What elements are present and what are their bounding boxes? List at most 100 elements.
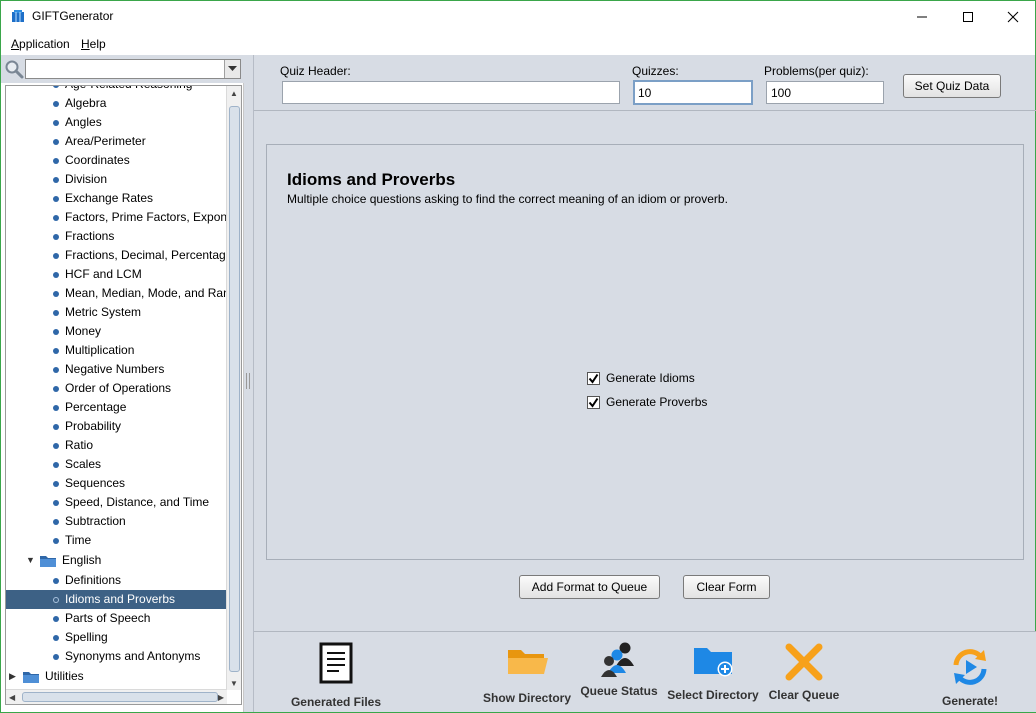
tree-item[interactable]: Multiplication: [6, 341, 226, 360]
tree-item[interactable]: Division: [6, 170, 226, 189]
tree-item-label: Scales: [65, 457, 102, 471]
tree-vertical-scrollbar[interactable]: ▲ ▼: [226, 86, 241, 690]
generate-idioms-label: Generate Idioms: [606, 371, 695, 385]
tree-item[interactable]: Mean, Median, Mode, and Range: [6, 284, 226, 303]
tree-item-label: Metric System: [65, 305, 142, 319]
scroll-down-icon[interactable]: ▼: [230, 679, 238, 688]
tree-leaf-bullet-icon: [53, 291, 59, 297]
tree-item-label: Area/Perimeter: [65, 134, 146, 148]
folder-icon: [23, 672, 39, 683]
generate-proverbs-option[interactable]: Generate Proverbs: [587, 394, 707, 410]
tree-item[interactable]: Money: [6, 322, 226, 341]
problems-input[interactable]: [766, 81, 884, 104]
set-quiz-data-button[interactable]: Set Quiz Data: [903, 74, 1001, 98]
tree-item[interactable]: Area/Perimeter: [6, 132, 226, 151]
tree-leaf-bullet-icon: [53, 253, 59, 259]
tree-item[interactable]: Synonyms and Antonyms: [6, 647, 226, 666]
tree-item-label: Probability: [65, 419, 122, 433]
queue-status-button[interactable]: Queue Status: [577, 640, 661, 698]
maximize-button[interactable]: [945, 1, 991, 32]
tree-item[interactable]: Definitions: [6, 571, 226, 590]
clear-queue-button[interactable]: Clear Queue: [766, 642, 842, 702]
clear-form-button[interactable]: Clear Form: [683, 575, 770, 599]
tree-leaf-bullet-icon: [53, 405, 59, 411]
refresh-play-icon: [953, 649, 987, 685]
checkmark-icon: [588, 373, 599, 384]
tree-item[interactable]: Scales: [6, 455, 226, 474]
tree-folder-utilities[interactable]: ▶ Utilities: [6, 667, 226, 686]
tree-item[interactable]: Subtraction: [6, 512, 226, 531]
tree-item[interactable]: Speed, Distance, and Time: [6, 493, 226, 512]
tree-item[interactable]: Percentage: [6, 398, 226, 417]
tree-item[interactable]: Metric System: [6, 303, 226, 322]
tree-item[interactable]: Idioms and Proverbs: [6, 590, 226, 609]
tree-leaf-bullet-icon: [53, 481, 59, 487]
splitter-grip-icon[interactable]: [246, 373, 250, 389]
tree-item[interactable]: Ratio: [6, 436, 226, 455]
pane-splitter[interactable]: [244, 55, 253, 712]
tree-leaf-bullet-icon: [53, 519, 59, 525]
collapsed-arrow-icon[interactable]: ▶: [9, 667, 16, 686]
tree-item-label: Mean, Median, Mode, and Range: [65, 286, 226, 300]
scroll-right-icon[interactable]: ▶: [218, 693, 224, 702]
tree-item[interactable]: Fractions, Decimal, Percentages: [6, 246, 226, 265]
tree-item[interactable]: Time: [6, 531, 226, 550]
tree-leaf-bullet-icon: [53, 196, 59, 202]
tree-item-label: Multiplication: [65, 343, 135, 357]
expanded-arrow-icon[interactable]: ▼: [26, 551, 35, 570]
generate-button[interactable]: Generate!: [934, 646, 1006, 708]
minimize-icon: [917, 16, 927, 17]
generate-idioms-checkbox[interactable]: [587, 371, 600, 385]
tree-item-label: Angles: [65, 115, 102, 129]
tree-leaf-bullet-icon: [53, 654, 59, 660]
tree-item-label: Age-Related Reasoning: [65, 86, 192, 94]
show-directory-label: Show Directory: [482, 691, 572, 705]
generate-proverbs-checkbox[interactable]: [587, 395, 600, 409]
tree-item[interactable]: Sequences: [6, 474, 226, 493]
tree-item[interactable]: HCF and LCM: [6, 265, 226, 284]
tree-item[interactable]: Probability: [6, 417, 226, 436]
tree-item[interactable]: Order of Operations: [6, 379, 226, 398]
tree-item[interactable]: Age-Related Reasoning: [6, 86, 226, 94]
search-combobox[interactable]: [25, 59, 241, 79]
close-button[interactable]: [990, 1, 1036, 32]
tree-item[interactable]: Exchange Rates: [6, 189, 226, 208]
add-format-to-queue-button[interactable]: Add Format to Queue: [519, 575, 660, 599]
checkmark-icon: [588, 397, 599, 408]
tree-leaf-bullet-icon: [53, 234, 59, 240]
window-title: GIFTGenerator: [32, 9, 114, 23]
select-directory-button[interactable]: Select Directory: [666, 644, 760, 702]
tree-item[interactable]: Fractions: [6, 227, 226, 246]
tree-leaf-bullet-icon: [53, 101, 59, 107]
tree-leaf-bullet-icon: [53, 500, 59, 506]
scroll-left-icon[interactable]: ◀: [9, 693, 15, 702]
tree-item[interactable]: Spelling: [6, 628, 226, 647]
scroll-up-icon[interactable]: ▲: [230, 89, 238, 98]
clear-queue-label: Clear Queue: [768, 688, 840, 702]
tree-item[interactable]: Negative Numbers: [6, 360, 226, 379]
close-icon: [1007, 11, 1019, 22]
vertical-scroll-thumb[interactable]: [229, 106, 240, 672]
quizzes-input[interactable]: [633, 80, 753, 105]
category-tree[interactable]: Age-Related Reasoning Algebra Angles Area/P…: [5, 85, 242, 705]
tree-item-label: Spelling: [65, 630, 108, 644]
tree-item[interactable]: Algebra: [6, 94, 226, 113]
tree-item[interactable]: Coordinates: [6, 151, 226, 170]
search-row: [1, 55, 244, 83]
tree-item[interactable]: Angles: [6, 113, 226, 132]
quiz-header-input[interactable]: [282, 81, 620, 104]
show-directory-button[interactable]: Show Directory: [482, 646, 572, 705]
minimize-button[interactable]: [899, 1, 945, 32]
tree-folder-english[interactable]: ▼ English: [6, 551, 226, 570]
generate-idioms-option[interactable]: Generate Idioms: [587, 370, 695, 386]
generated-files-button[interactable]: Generated Files: [290, 642, 382, 709]
menu-help[interactable]: Help: [81, 37, 106, 51]
tree-leaf-bullet-icon: [53, 158, 59, 164]
horizontal-scroll-thumb[interactable]: [22, 692, 218, 702]
menu-application[interactable]: Application: [11, 37, 70, 51]
tree-item[interactable]: Factors, Prime Factors, Exponents: [6, 208, 226, 227]
tree-item[interactable]: Parts of Speech: [6, 609, 226, 628]
tree-horizontal-scrollbar[interactable]: ◀ ▶: [6, 689, 227, 704]
combobox-dropdown-button[interactable]: [224, 60, 240, 78]
app-window: GIFTGenerator Application Help Algebra A…: [0, 0, 1036, 713]
